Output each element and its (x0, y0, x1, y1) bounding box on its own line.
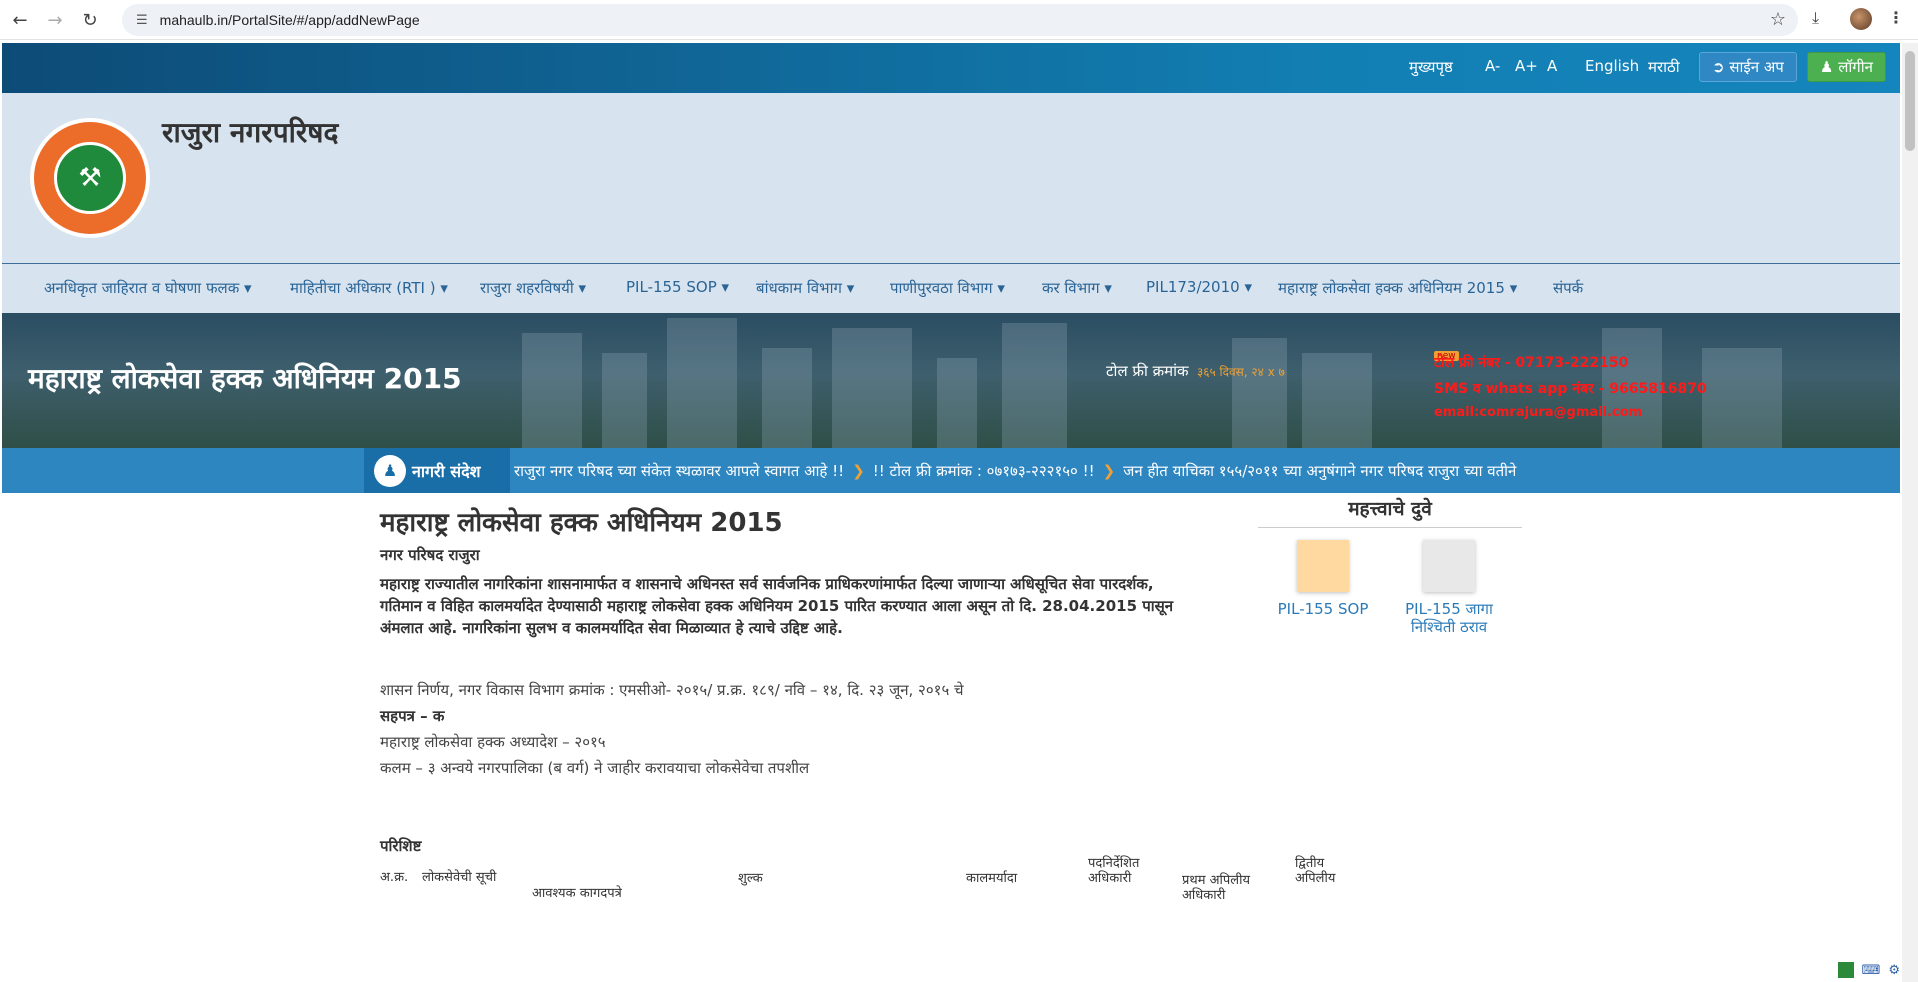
section-text: कलम – ३ अन्वये नगरपालिका (ब वर्ग) ने जाह… (380, 759, 810, 777)
reload-icon[interactable]: ↻ (78, 8, 102, 32)
settings-icon[interactable]: ⚙ (1888, 963, 1900, 978)
menu-item-pil155-sop[interactable]: PIL-155 SOP ▾ (626, 278, 729, 296)
site-header: ⚒ राजुरा नगरपरिषद (2, 93, 1900, 263)
table-header-officer: पदनिर्देशित अधिकारी (1088, 856, 1140, 886)
annex-heading: सहपत्र – क (380, 707, 445, 725)
table-header-documents: आवश्यक कागदपत्रे (532, 886, 622, 901)
contact-sms: SMS व whats app नंबर - 9665816870 (1434, 381, 1707, 397)
main-navigation: अनधिकृत जाहिरात व घोषणा फलक ▾ माहितीचा अ… (2, 263, 1900, 313)
important-links-title: महत्त्वाचे दुवे (1258, 495, 1522, 528)
caret-down-icon: ▾ (997, 279, 1005, 297)
tray-app-icon[interactable] (1837, 962, 1854, 978)
banner-title: महाराष्ट्र लोकसेवा हक्क अधिनियम 2015 (28, 362, 462, 395)
menu-item-construction[interactable]: बांधकाम विभाग ▾ (756, 278, 854, 298)
appendix-heading: परिशिष्ट (380, 837, 422, 855)
table-header-service-list: लोकसेवेची सूची (422, 870, 497, 885)
top-utility-bar: मुख्यपृष्ठ A- A+ A English मराठी ➲ साईन … (2, 43, 1900, 93)
caret-down-icon: ▾ (1244, 278, 1252, 296)
municipal-logo[interactable]: ⚒ (30, 118, 150, 238)
signin-arrow-icon: ➲ (1712, 58, 1725, 76)
users-icon: ♟ (374, 454, 406, 487)
table-header-sr: अ.क्र. (380, 870, 409, 885)
caret-down-icon: ▾ (1509, 279, 1518, 297)
site-title: राजुरा नगरपरिषद (162, 116, 339, 149)
contact-email[interactable]: email:comrajura@gmail.com (1434, 405, 1642, 420)
gr-reference: शासन निर्णय, नगर विकास विभाग क्रमांक : ए… (380, 681, 964, 699)
profile-avatar[interactable] (1850, 8, 1872, 30)
contact-tollfree: टोल फ्री नंबर - 07173-222150 (1434, 355, 1629, 371)
org-name: नगर परिषद राजुरा (380, 546, 480, 564)
menu-item-about-rajura[interactable]: राजुरा शहरविषयी ▾ (480, 278, 586, 298)
ticker-label: ♟ नागरी संदेश (364, 448, 510, 493)
important-link-pil155-sop[interactable]: PIL-155 SOP (1258, 540, 1388, 618)
forward-icon[interactable]: → (43, 8, 67, 32)
font-reset-button[interactable]: A (1547, 57, 1557, 75)
page-heading: महाराष्ट्र लोकसेवा हक्क अधिनियम 2015 (380, 508, 783, 538)
home-link[interactable]: मुख्यपृष्ठ (1409, 57, 1453, 77)
browser-menu-icon[interactable]: ⋮ (1888, 8, 1904, 27)
page-banner: महाराष्ट्र लोकसेवा हक्क अधिनियम 2015 टोल… (2, 313, 1900, 448)
menu-item-contact[interactable]: संपर्क (1553, 278, 1583, 298)
user-icon: ♟ (1820, 58, 1834, 76)
url-text: mahaulb.in/PortalSite/#/app/addNewPage (159, 12, 420, 28)
table-header-time-limit: कालमर्यादा (966, 871, 1018, 886)
caret-down-icon: ▾ (846, 279, 855, 297)
download-icon[interactable]: ⤓ (1812, 8, 1819, 28)
site-page: मुख्यपृष्ठ A- A+ A English मराठी ➲ साईन … (2, 43, 1900, 982)
menu-item-unauthorized-ads[interactable]: अनधिकृत जाहिरात व घोषणा फलक ▾ (44, 278, 252, 298)
table-header-fee: शुल्क (738, 871, 763, 886)
table-header-first-appeal: प्रथम अपिलीय अधिकारी (1182, 873, 1251, 903)
site-info-icon[interactable]: ☰ (136, 13, 148, 28)
table-header-second-appeal: द्वितीय अपिलीय (1295, 856, 1336, 886)
chevron-right-icon: ❯ (1102, 462, 1116, 480)
caret-down-icon: ▾ (440, 279, 448, 297)
menu-item-water-supply[interactable]: पाणीपुरवठा विभाग ▾ (890, 278, 1005, 298)
menu-item-public-services-act[interactable]: महाराष्ट्र लोकसेवा हक्क अधिनियम 2015 ▾ (1278, 278, 1517, 298)
browser-toolbar: ← → ↻ ☰ mahaulb.in/PortalSite/#/app/addN… (0, 0, 1918, 40)
english-language-link[interactable]: English (1585, 57, 1639, 75)
caret-down-icon: ▾ (244, 279, 252, 297)
marathi-language-link[interactable]: मराठी (1648, 57, 1680, 77)
news-ticker: ♟ नागरी संदेश राजुरा नगर परिषद च्या संके… (2, 448, 1900, 493)
address-bar[interactable]: ☰ mahaulb.in/PortalSite/#/app/addNewPage… (122, 4, 1798, 36)
emblem-icon: ⚒ (54, 142, 126, 214)
caret-down-icon: ▾ (1104, 279, 1112, 297)
caret-down-icon: ▾ (578, 279, 587, 297)
back-icon[interactable]: ← (8, 8, 32, 32)
intro-paragraph: महाराष्ट्र राज्यातील नागरिकांना शासनामार… (380, 575, 1174, 637)
menu-item-tax[interactable]: कर विभाग ▾ (1042, 278, 1112, 298)
document-icon (1297, 540, 1349, 592)
document-icon (1423, 540, 1475, 592)
ordinance-text: महाराष्ट्र लोकसेवा हक्क अध्यादेश – २०१५ (380, 733, 606, 751)
caret-down-icon: ▾ (721, 278, 730, 296)
scrollbar-thumb[interactable] (1905, 51, 1915, 151)
signup-button[interactable]: ➲ साईन अप (1699, 52, 1797, 82)
ticker-messages[interactable]: राजुरा नगर परिषद च्या संकेत स्थळावर आपले… (514, 461, 1516, 481)
menu-item-rti[interactable]: माहितीचा अधिकार (RTI ) ▾ (290, 278, 448, 298)
menu-item-pil173[interactable]: PIL173/2010 ▾ (1146, 278, 1252, 296)
font-increase-button[interactable]: A+ (1515, 57, 1538, 75)
login-button[interactable]: ♟ लॉगीन (1807, 52, 1886, 82)
system-tray: ⌨ ⚙ (1837, 960, 1900, 980)
page-scrollbar[interactable] (1902, 43, 1918, 982)
keyboard-icon[interactable]: ⌨ (1862, 963, 1881, 978)
important-link-pil155-resolution[interactable]: PIL-155 जागा निश्चिती ठराव (1384, 540, 1514, 636)
tollfree-label: टोल फ्री क्रमांक (1106, 362, 1189, 380)
chevron-right-icon: ❯ (852, 462, 865, 480)
tollfree-availability: ३६५ दिवस, २४ x ७ (1197, 365, 1285, 379)
bookmark-star-icon[interactable]: ☆ (1770, 9, 1786, 30)
font-decrease-button[interactable]: A- (1485, 57, 1500, 75)
